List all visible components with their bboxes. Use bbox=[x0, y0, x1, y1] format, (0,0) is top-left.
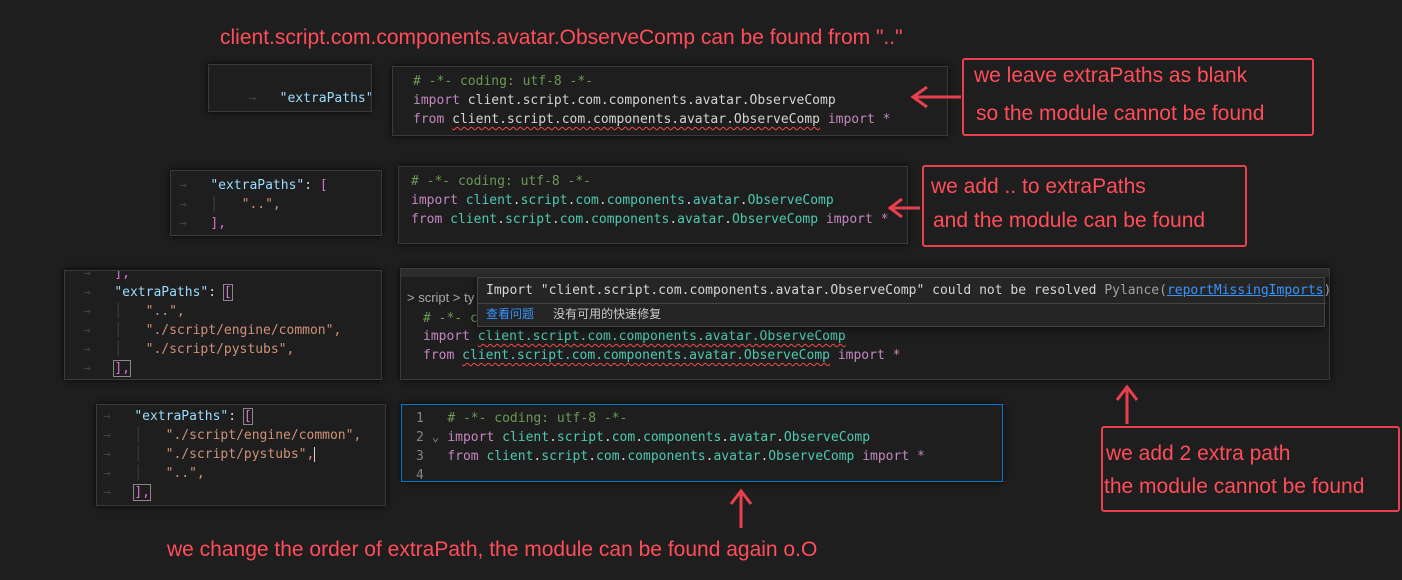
settings-panel-3: → ], → "extraPaths": [ → │ "..", → │ "./… bbox=[64, 270, 382, 380]
code-panel-1: # -*- coding: utf-8 -*- import client.sc… bbox=[392, 66, 948, 136]
code-comment: # -*- coding: utf-8 -*- bbox=[413, 74, 594, 89]
settings-panel-4: → "extraPaths": [ → │ "./script/engine/c… bbox=[96, 404, 386, 506]
line-number: 4 bbox=[416, 468, 424, 482]
module-path: client.script.com.components.avatar.Obse… bbox=[467, 93, 836, 108]
tooltip-message: Import "client.script.com.components.ava… bbox=[486, 283, 1097, 298]
line-number: 1 bbox=[416, 411, 424, 426]
annotation-1-line2: so the module cannot be found bbox=[976, 102, 1265, 125]
line-number: 2 bbox=[416, 430, 424, 445]
module-path: client.script.com.components.avatar.Obse… bbox=[452, 112, 820, 127]
annotation-2-line1: we add .. to extraPaths bbox=[931, 175, 1146, 198]
annotation-4: we change the order of extraPath, the mo… bbox=[167, 538, 818, 561]
title-annotation: client.script.com.components.avatar.Obse… bbox=[220, 26, 903, 49]
error-tooltip: Import "client.script.com.components.ava… bbox=[477, 277, 1329, 327]
view-problem-link[interactable]: 查看问题 bbox=[486, 307, 534, 321]
arrow-icon bbox=[910, 85, 961, 109]
arrow-icon bbox=[887, 197, 920, 219]
code-panel-4[interactable]: 1 # -*- coding: utf-8 -*- 2 ⌄ import cli… bbox=[401, 404, 1003, 482]
code-panel-3: > script > ty # -*- c import client.scri… bbox=[400, 268, 1330, 380]
annotation-1-line1: we leave extraPaths as blank bbox=[974, 64, 1248, 87]
tab-strip bbox=[401, 269, 1329, 277]
tooltip-rule-link[interactable]: reportMissingImports bbox=[1167, 283, 1324, 298]
annotation-2-line2: and the module can be found bbox=[933, 209, 1206, 232]
settings-panel-2: → "extraPaths": [ → │ "..", → ], bbox=[170, 170, 382, 236]
settings-panel-1: → "extraPaths": [ → ], bbox=[208, 64, 372, 112]
no-quick-fix-label: 没有可用的快速修复 bbox=[553, 307, 662, 321]
chevron-down-icon[interactable]: ⌄ bbox=[432, 430, 440, 445]
arrow-icon bbox=[729, 488, 753, 528]
annotation-3-line1: we add 2 extra path bbox=[1106, 442, 1291, 465]
tooltip-source: Pylance bbox=[1104, 283, 1160, 298]
breadcrumb[interactable]: > script > ty bbox=[407, 288, 474, 307]
text-cursor bbox=[314, 447, 316, 462]
line-number: 3 bbox=[416, 449, 424, 464]
close-bracket: ], bbox=[280, 110, 296, 111]
arrow-icon bbox=[1115, 384, 1139, 424]
annotation-3-line2: the module cannot be found bbox=[1104, 475, 1365, 498]
code-panel-2: # -*- coding: utf-8 -*- import client.sc… bbox=[398, 166, 908, 244]
